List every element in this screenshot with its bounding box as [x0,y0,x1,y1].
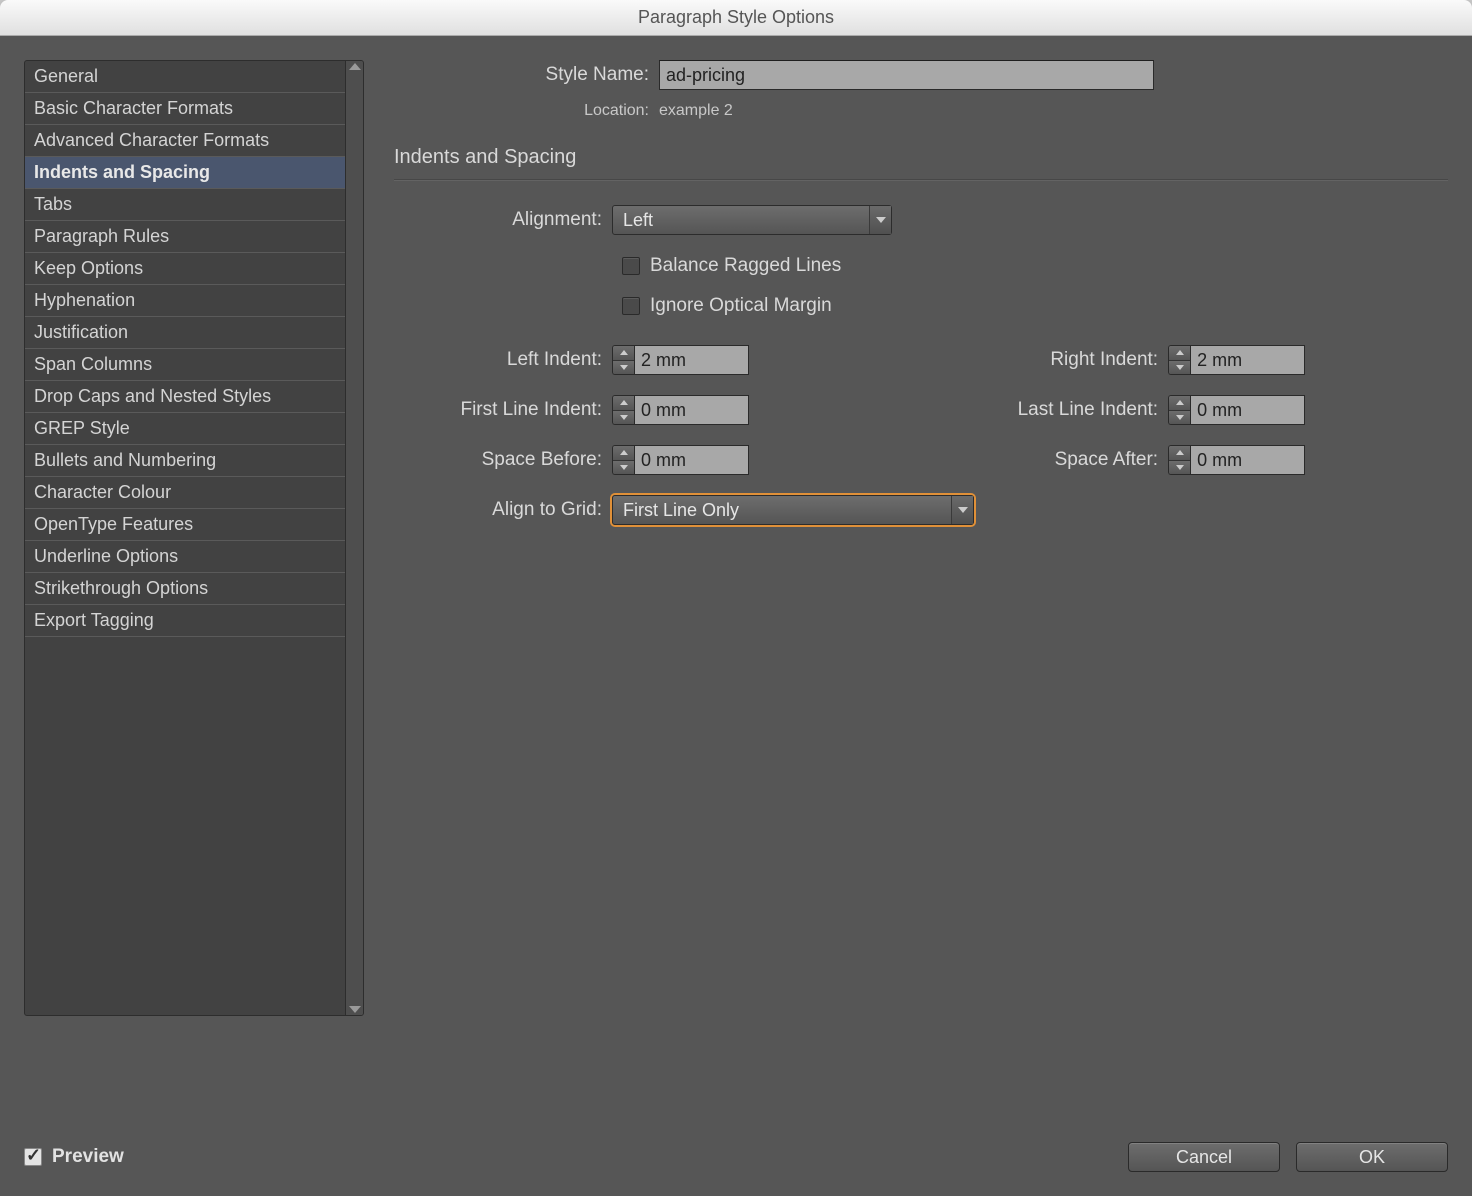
dialog-window: Paragraph Style Options GeneralBasic Cha… [0,0,1472,1196]
space-row: Space Before: Space After: [394,445,1448,475]
last-line-spinner[interactable] [1168,395,1305,425]
align-grid-dropdown[interactable]: First Line Only [612,495,974,525]
location-row: Location: example 2 [394,102,1448,120]
location-value: example 2 [659,102,733,120]
space-before-label: Space Before: [394,449,612,471]
align-grid-row: Align to Grid: First Line Only [394,495,1448,525]
indent-row-1: Left Indent: Right Indent: [394,345,1448,375]
sidebar-item[interactable]: Basic Character Formats [25,93,363,125]
sidebar-item[interactable]: Keep Options [25,253,363,285]
style-name-input[interactable] [659,60,1154,90]
window-title: Paragraph Style Options [638,7,834,28]
ignore-label: Ignore Optical Margin [650,295,832,317]
alignment-row: Alignment: Left [394,205,1448,235]
alignment-value: Left [613,210,869,231]
style-name-label: Style Name: [394,64,659,86]
sidebar-item[interactable]: Character Colour [25,477,363,509]
space-after-spinner[interactable] [1168,445,1305,475]
alignment-dropdown[interactable]: Left [612,205,892,235]
right-indent-input[interactable] [1190,345,1305,375]
location-label: Location: [394,102,659,120]
spin-down-icon[interactable] [1169,360,1190,375]
ignore-row: Ignore Optical Margin [394,295,1448,317]
align-grid-label: Align to Grid: [394,499,612,521]
last-line-label: Last Line Indent: [942,399,1168,421]
spin-down-icon[interactable] [613,410,634,425]
titlebar: Paragraph Style Options [0,0,1472,36]
right-indent-spinner[interactable] [1168,345,1305,375]
spin-down-icon[interactable] [613,360,634,375]
align-grid-value: First Line Only [613,500,951,521]
left-indent-label: Left Indent: [394,349,612,371]
sidebar-item[interactable]: Bullets and Numbering [25,445,363,477]
balance-row: Balance Ragged Lines [394,255,1448,277]
spin-up-icon[interactable] [613,446,634,460]
spin-up-icon[interactable] [1169,396,1190,410]
balance-label: Balance Ragged Lines [650,255,841,277]
sidebar-item[interactable]: Justification [25,317,363,349]
preview-checkbox[interactable] [24,1148,42,1166]
sidebar-item[interactable]: Paragraph Rules [25,221,363,253]
main-panel: Style Name: Location: example 2 Indents … [394,60,1448,1196]
chevron-down-icon [951,496,973,524]
scroll-down-icon[interactable] [349,1006,361,1013]
indent-row-2: First Line Indent: Last Line Indent: [394,395,1448,425]
first-line-input[interactable] [634,395,749,425]
space-before-spinner[interactable] [612,445,749,475]
left-indent-spinner[interactable] [612,345,749,375]
spin-down-icon[interactable] [1169,460,1190,475]
spin-down-icon[interactable] [613,460,634,475]
sidebar-scrollbar[interactable] [345,61,363,1015]
dialog-body: GeneralBasic Character FormatsAdvanced C… [0,36,1472,1196]
preview-label: Preview [52,1146,124,1168]
spin-up-icon[interactable] [613,396,634,410]
sidebar-item[interactable]: Strikethrough Options [25,573,363,605]
sidebar-item[interactable]: Span Columns [25,349,363,381]
space-after-input[interactable] [1190,445,1305,475]
preview-control: Preview [24,1146,124,1168]
left-indent-input[interactable] [634,345,749,375]
spin-down-icon[interactable] [1169,410,1190,425]
chevron-down-icon [869,206,891,234]
space-before-input[interactable] [634,445,749,475]
space-after-label: Space After: [942,449,1168,471]
sidebar-item[interactable]: OpenType Features [25,509,363,541]
sidebar-item[interactable]: Indents and Spacing [25,157,363,189]
alignment-label: Alignment: [394,209,612,231]
ignore-checkbox[interactable] [622,297,640,315]
sidebar-item[interactable]: Underline Options [25,541,363,573]
spin-up-icon[interactable] [1169,446,1190,460]
section-title: Indents and Spacing [394,146,1448,169]
last-line-input[interactable] [1190,395,1305,425]
sidebar: GeneralBasic Character FormatsAdvanced C… [24,60,364,1016]
sidebar-item[interactable]: Tabs [25,189,363,221]
right-indent-label: Right Indent: [942,349,1168,371]
scroll-up-icon[interactable] [349,63,361,70]
sidebar-item[interactable]: Hyphenation [25,285,363,317]
ok-button[interactable]: OK [1296,1142,1448,1172]
spin-up-icon[interactable] [1169,346,1190,360]
sidebar-item[interactable]: Export Tagging [25,605,363,637]
first-line-spinner[interactable] [612,395,749,425]
sidebar-item[interactable]: Advanced Character Formats [25,125,363,157]
first-line-label: First Line Indent: [394,399,612,421]
cancel-button[interactable]: Cancel [1128,1142,1280,1172]
style-name-row: Style Name: [394,60,1448,90]
bottom-bar: Preview Cancel OK [24,1142,1448,1172]
sidebar-item[interactable]: Drop Caps and Nested Styles [25,381,363,413]
sidebar-list: GeneralBasic Character FormatsAdvanced C… [25,61,363,637]
balance-checkbox[interactable] [622,257,640,275]
sidebar-item[interactable]: General [25,61,363,93]
sidebar-item[interactable]: GREP Style [25,413,363,445]
spin-up-icon[interactable] [613,346,634,360]
divider [394,179,1448,181]
